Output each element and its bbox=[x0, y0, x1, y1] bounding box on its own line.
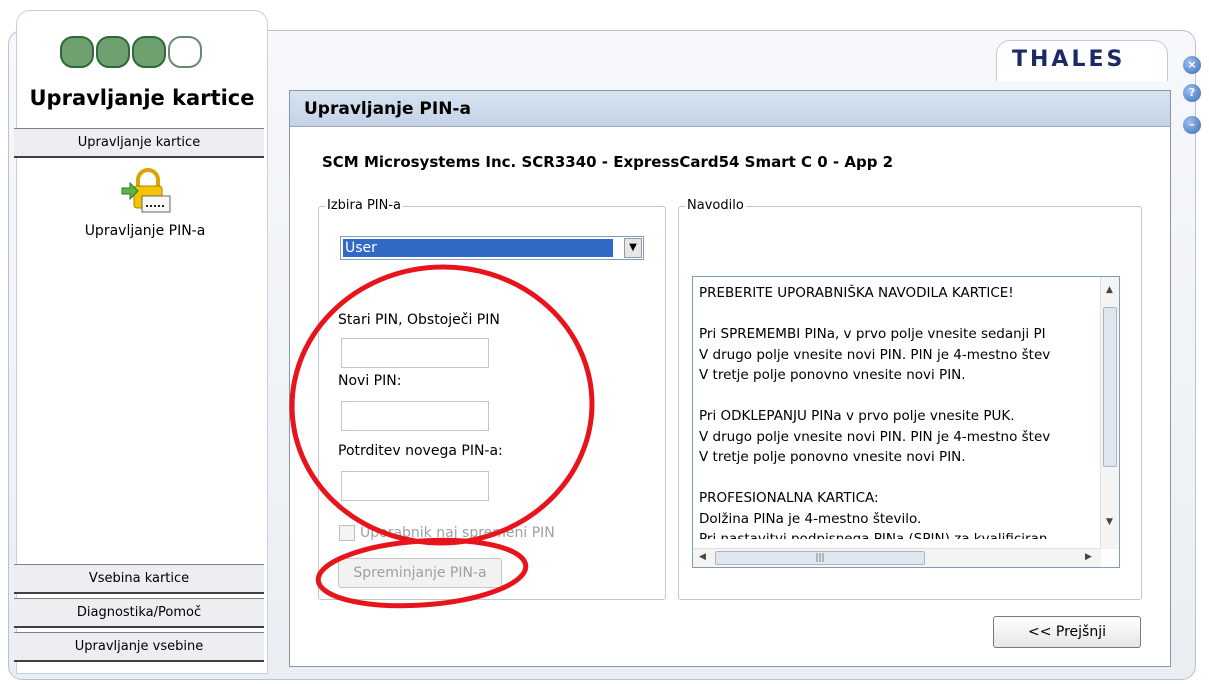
instructions-legend: Navodilo bbox=[685, 198, 746, 213]
nav-section-content-management[interactable]: Upravljanje vsebine bbox=[14, 632, 264, 662]
thales-logo: THALES bbox=[1012, 47, 1126, 72]
nav-section-card-content[interactable]: Vsebina kartice bbox=[14, 564, 264, 594]
user-must-change-label: Uporabnik naj spremeni PIN bbox=[360, 525, 555, 541]
scroll-left-icon[interactable]: ◀ bbox=[699, 552, 706, 562]
instructions-textbox[interactable]: PREBERITE UPORABNIŠKA NAVODILA KARTICE! … bbox=[692, 276, 1120, 568]
close-icon[interactable]: × bbox=[1183, 56, 1201, 74]
scroll-down-icon[interactable]: ▼ bbox=[1106, 517, 1113, 527]
back-button[interactable]: << Prejšnji bbox=[993, 616, 1141, 648]
panel-title: Upravljanje PIN-a bbox=[290, 91, 1170, 127]
horizontal-scroll-thumb[interactable]: ||| bbox=[715, 551, 925, 565]
instructions-text: PREBERITE UPORABNIŠKA NAVODILA KARTICE! … bbox=[699, 285, 1051, 539]
app-title: Upravljanje kartice bbox=[29, 86, 255, 110]
app-logo bbox=[60, 36, 202, 68]
nav-item-pin-management[interactable]: Upravljanje PIN-a bbox=[40, 223, 250, 239]
old-pin-input[interactable] bbox=[341, 338, 489, 368]
confirm-pin-label: Potrditev novega PIN-a: bbox=[338, 443, 503, 459]
confirm-pin-input[interactable] bbox=[341, 471, 489, 501]
nav-section-card-management[interactable]: Upravljanje kartice bbox=[14, 128, 264, 158]
nav-section-diagnostics[interactable]: Diagnostika/Pomoč bbox=[14, 598, 264, 628]
change-pin-button[interactable]: Spreminjanje PIN-a bbox=[338, 558, 502, 588]
vertical-scrollbar[interactable]: ▲ ▼ bbox=[1100, 277, 1119, 549]
help-icon[interactable]: ? bbox=[1183, 84, 1201, 102]
device-name: SCM Microsystems Inc. SCR3340 - ExpressC… bbox=[322, 153, 894, 171]
lock-pin-icon[interactable] bbox=[120, 168, 172, 216]
scroll-up-icon[interactable]: ▲ bbox=[1106, 285, 1113, 295]
scroll-right-icon[interactable]: ▶ bbox=[1085, 552, 1092, 562]
vertical-scroll-thumb[interactable] bbox=[1103, 307, 1117, 467]
pin-type-value: User bbox=[343, 239, 613, 257]
user-must-change-checkbox[interactable] bbox=[339, 525, 355, 541]
new-pin-input[interactable] bbox=[341, 401, 489, 431]
new-pin-label: Novi PIN: bbox=[338, 373, 402, 389]
nav-panel bbox=[28, 158, 264, 563]
horizontal-scrollbar[interactable]: ◀ ||| ▶ bbox=[693, 548, 1101, 567]
pin-group-legend: Izbira PIN-a bbox=[325, 198, 404, 213]
minimize-icon[interactable]: – bbox=[1183, 116, 1201, 134]
old-pin-label: Stari PIN, Obstoječi PIN bbox=[338, 312, 500, 328]
chevron-down-icon[interactable]: ▼ bbox=[624, 238, 642, 258]
pin-type-select[interactable]: User ▼ bbox=[340, 236, 644, 260]
